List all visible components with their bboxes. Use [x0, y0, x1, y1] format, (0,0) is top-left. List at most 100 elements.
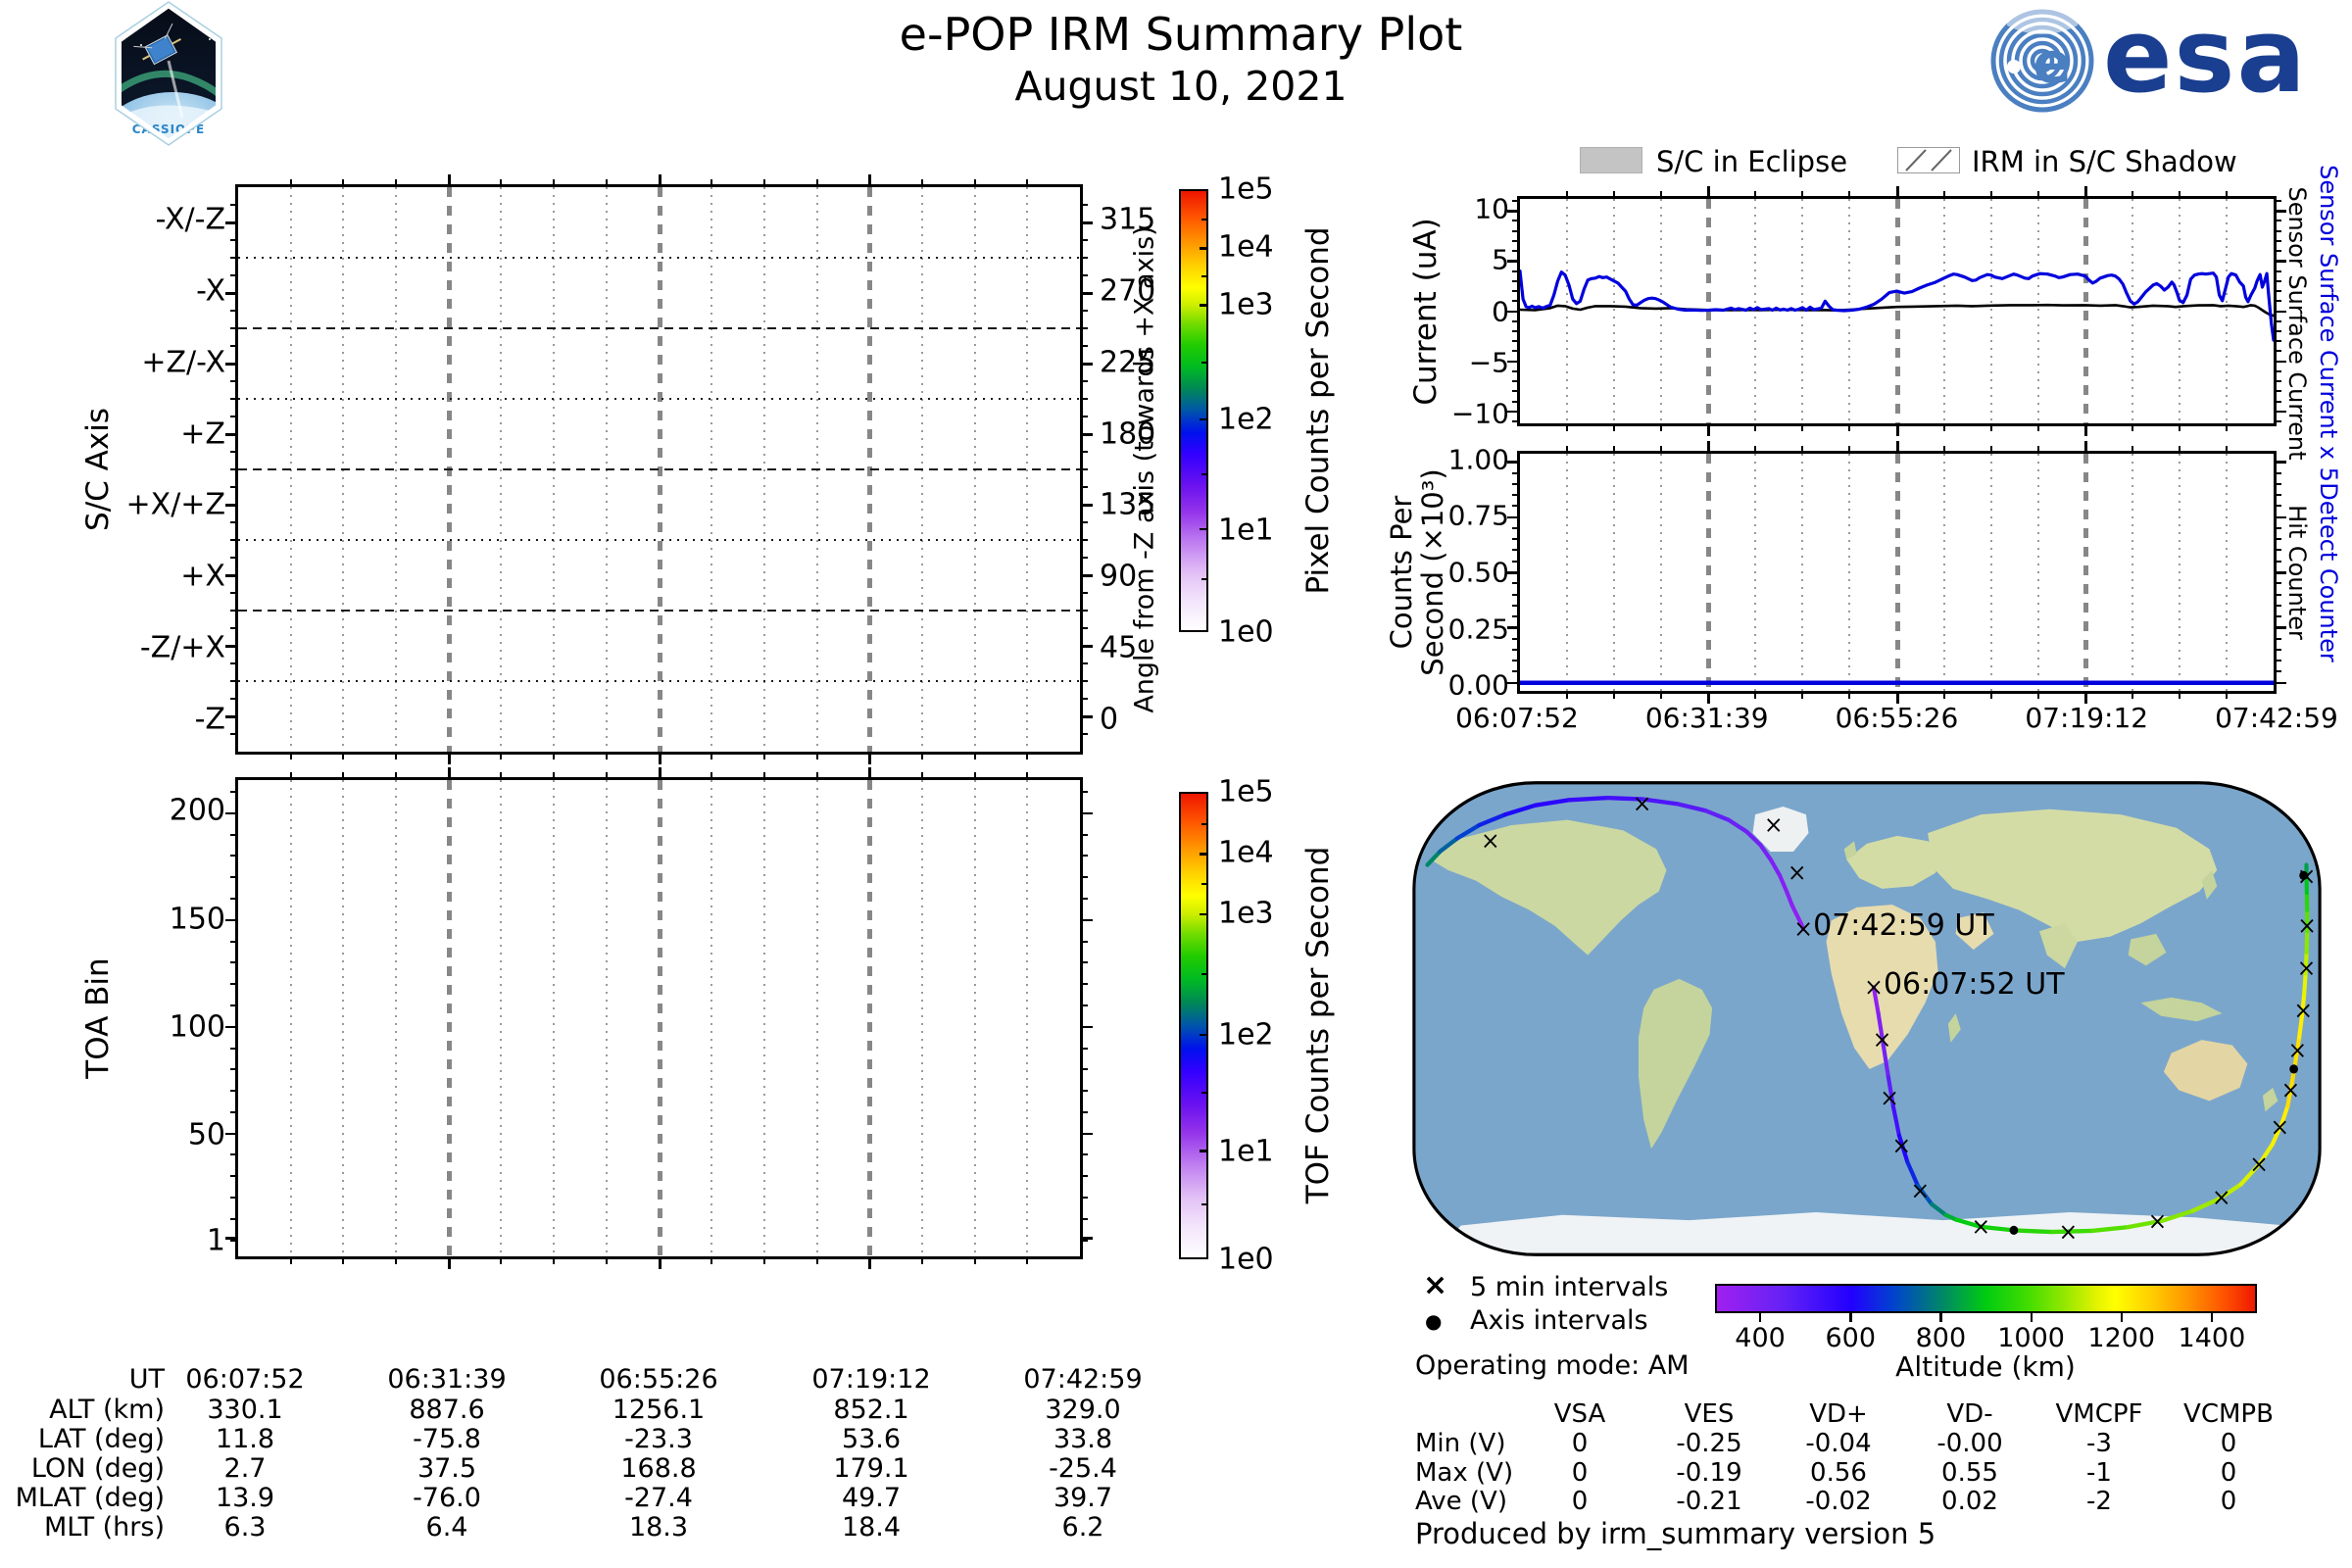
cbar-tick [1201, 973, 1208, 976]
x-marker-label: 5 min intervals [1470, 1272, 1669, 1302]
y-tick [230, 1153, 238, 1156]
y-tick [230, 557, 238, 559]
x-tick [815, 179, 818, 187]
cbar-tick [1201, 472, 1208, 475]
end-time-annotation: 07:42:59 UT [1813, 908, 1994, 944]
y-tick-major [225, 1237, 238, 1241]
y-tick-major [1080, 715, 1093, 718]
cbar-tick [1200, 304, 1208, 307]
x-tick [553, 1256, 556, 1264]
cbar-tick [1201, 578, 1208, 581]
y-tick [1080, 1110, 1088, 1113]
y-tick [1512, 319, 1520, 322]
cbar-tick [1201, 361, 1208, 364]
y-tick [2274, 482, 2281, 485]
y-tick [2274, 582, 2281, 585]
y-tick-major [1080, 363, 1093, 366]
y-tick [1080, 1068, 1088, 1071]
voltage-value: -0.21 [1676, 1487, 1742, 1516]
ephemeris-value: 6.2 [1061, 1512, 1104, 1543]
y-tick [1080, 486, 1088, 488]
ephemeris-value: 2.7 [223, 1453, 267, 1484]
y-tick [230, 274, 238, 276]
voltage-value: 0.55 [1941, 1458, 1998, 1488]
x-tick [2036, 423, 2039, 431]
y-tick [230, 855, 238, 858]
y-tick [2274, 615, 2281, 618]
ephemeris-value: 330.1 [207, 1395, 283, 1425]
x-tick [1707, 441, 1711, 454]
y-tick [1080, 380, 1088, 382]
start-time-annotation: 06:07:52 UT [1883, 966, 2065, 1002]
alt-tick [1759, 1313, 1762, 1322]
y-tick [1080, 521, 1088, 523]
alt-tick [1939, 1313, 1942, 1322]
y-tick [230, 539, 238, 541]
cbar-tick [1200, 247, 1208, 250]
x-tick [762, 1256, 765, 1264]
y-tick-major [225, 363, 238, 366]
y-tick [2274, 604, 2281, 607]
y-tick-major [225, 1025, 238, 1029]
esa-logo-text: esa [2103, 0, 2308, 116]
x-tick [289, 179, 292, 187]
y-tick [230, 345, 238, 347]
x-tick [2131, 191, 2133, 199]
ytick-label: -Z [194, 702, 225, 737]
cbar-tick [1201, 275, 1208, 278]
voltage-row-label: Max (V) [1415, 1458, 1514, 1488]
y-tick [1080, 790, 1088, 793]
x-tick [1613, 446, 1616, 454]
ephemeris-value: 49.7 [841, 1483, 902, 1513]
voltage-row-label: Min (V) [1415, 1429, 1506, 1458]
ephemeris-value: 39.7 [1053, 1483, 1113, 1513]
y-tick [1080, 610, 1088, 612]
x-tick [1660, 423, 1663, 431]
y-tick [1512, 390, 1520, 393]
x-tick [1895, 423, 1899, 436]
ephemeris-row-label: MLT (hrs) [43, 1512, 165, 1543]
y-tick [2274, 270, 2281, 272]
x-tick [500, 752, 503, 760]
y-tick [1080, 733, 1088, 735]
ephemeris-value: 11.8 [215, 1424, 275, 1454]
footer-produced-by: Produced by irm_summary version 5 [1415, 1517, 1936, 1550]
y-tick [2274, 239, 2281, 242]
x-tick [1026, 179, 1029, 187]
x-tick [447, 767, 451, 780]
grid-hdash [238, 610, 1080, 612]
y-tick [2274, 279, 2281, 282]
y-tick-major [1080, 1237, 1093, 1241]
x-tick [762, 772, 765, 780]
ytick-label: 0.50 [1447, 556, 1509, 589]
x-tick [1660, 191, 1663, 199]
cbar-tick [1200, 527, 1208, 531]
y-tick-major [225, 645, 238, 648]
altitude-colorbar-label: Altitude (km) [1895, 1350, 2076, 1383]
x-tick [1801, 446, 1804, 454]
x-tick [2131, 691, 2133, 699]
x-tick [553, 752, 556, 760]
ytick-label: −5 [1468, 346, 1509, 379]
y-tick-major [225, 574, 238, 577]
y-tick-major [1080, 645, 1093, 648]
y-tick [2274, 560, 2281, 563]
ytick-label: 0.75 [1447, 499, 1509, 532]
angle-tick-label: 0 [1100, 702, 1119, 737]
y-tick [1080, 627, 1088, 629]
ytick-label: +X [180, 559, 225, 594]
x-tick [1801, 191, 1804, 199]
alt-tick [2030, 1313, 2033, 1322]
ephemeris-value: -27.4 [624, 1483, 693, 1513]
cbar-tick [1201, 219, 1208, 221]
y-tick [1512, 220, 1520, 222]
x-tick [395, 179, 398, 187]
y-tick [2274, 494, 2281, 497]
y-tick [1080, 451, 1088, 453]
cbar-tick [1200, 1033, 1208, 1037]
x-tick [710, 772, 713, 780]
y-tick [1512, 350, 1520, 353]
angle-axis-label: Angle from -Z axis (towards +X axis) [1129, 225, 1160, 713]
y-tick [2274, 350, 2281, 353]
x-tick [289, 1256, 292, 1264]
